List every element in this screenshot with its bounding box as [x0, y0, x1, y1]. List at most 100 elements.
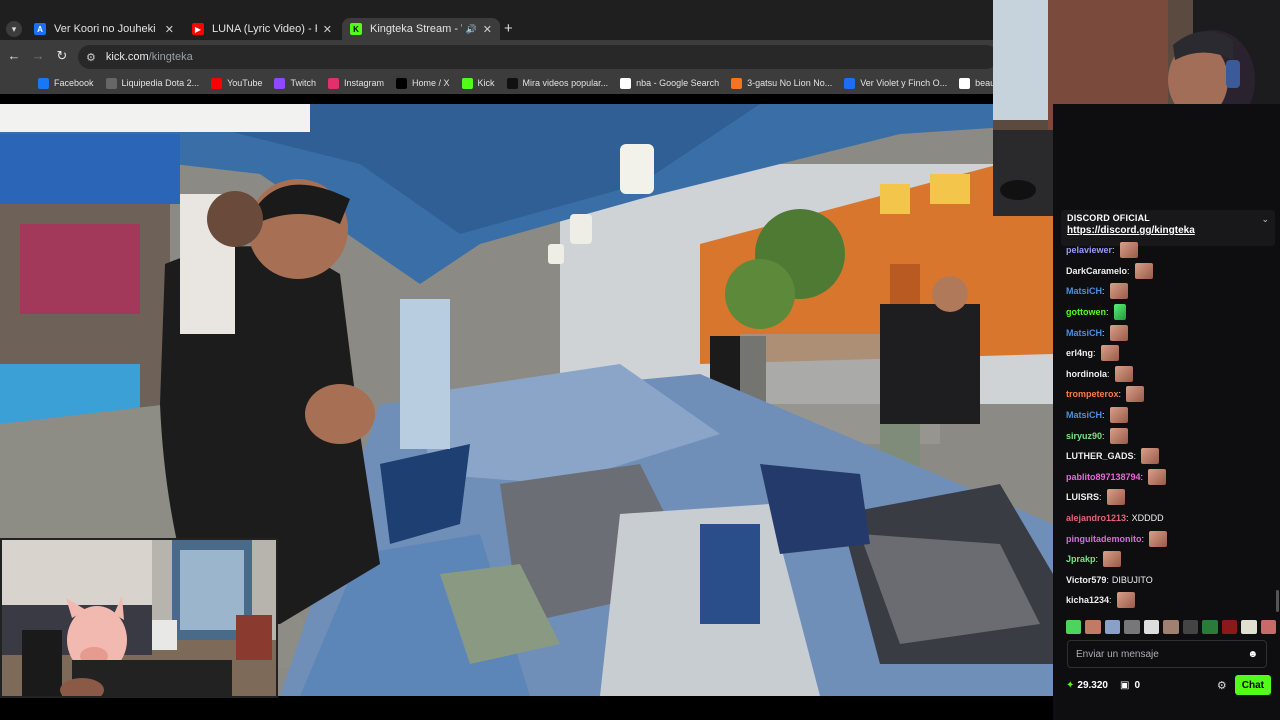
google-icon	[620, 77, 632, 89]
chat-message: hordinola:	[1066, 364, 1276, 385]
gear-icon[interactable]: ⚙	[1217, 679, 1227, 692]
chevron-down-icon[interactable]: ⌄	[1261, 214, 1269, 225]
chat-username[interactable]: Victor579	[1066, 575, 1106, 585]
points-value: 29.320	[1077, 679, 1108, 691]
chat-username[interactable]: alejandro1213	[1066, 513, 1126, 523]
bookmark-label: Mira videos popular...	[522, 78, 609, 88]
bookmark-item[interactable]: Ver Violet y Finch O...	[844, 77, 947, 89]
gifts[interactable]: ▣ 0	[1120, 680, 1140, 691]
chat-username[interactable]: erl4ng	[1066, 348, 1093, 358]
google-icon	[959, 77, 971, 89]
facebook-icon	[38, 77, 49, 89]
x-icon	[396, 77, 408, 89]
chat-username[interactable]: MatsiCH	[1066, 328, 1102, 338]
chat-message: pablito897138794:	[1066, 467, 1276, 488]
chat-message: pelaviewer:	[1066, 240, 1276, 261]
chat-message: LUISRS:	[1066, 487, 1276, 508]
new-tab-button[interactable]: +	[504, 20, 513, 37]
chat-username[interactable]: hordinola	[1066, 369, 1107, 379]
speaker-icon[interactable]: 🔊	[466, 24, 477, 35]
chat-username[interactable]: LUISRS	[1066, 492, 1099, 502]
chat-username[interactable]: gottowen	[1066, 307, 1106, 317]
chat-message: DarkCaramelo:	[1066, 261, 1276, 282]
pinned-title: DISCORD OFICIAL	[1067, 213, 1150, 223]
chat-message: pinguitademonito:	[1066, 528, 1276, 549]
bookmark-label: 3-gatsu No Lion No...	[747, 78, 833, 88]
chat-username[interactable]: kicha1234	[1066, 595, 1109, 605]
tab-search-button[interactable]: ▾	[6, 21, 22, 37]
emote-icon[interactable]	[1104, 620, 1121, 634]
chat-send-button[interactable]: Chat	[1234, 675, 1271, 695]
chat-separator: :	[1102, 327, 1105, 338]
chat-username[interactable]: LUTHER_GADS	[1066, 451, 1134, 461]
emote-icon[interactable]	[1143, 620, 1160, 634]
address-bar[interactable]: ⚙ kick.com/kingteka	[78, 45, 998, 69]
chat-messages: pelaviewer: DarkCaramelo: MatsiCH: gottowen…	[1066, 240, 1276, 611]
chat-message: kicha1234:	[1066, 590, 1276, 611]
back-icon[interactable]: ←	[6, 48, 22, 63]
chat-separator: :	[1102, 430, 1105, 441]
discord-link[interactable]: https://discord.gg/kingteka	[1067, 225, 1269, 236]
emote-icon	[1109, 427, 1128, 444]
bookmark-item[interactable]: Mira videos popular...	[506, 77, 609, 89]
chat-separator: :	[1102, 410, 1105, 421]
chat-username[interactable]: trompeterox	[1066, 389, 1119, 399]
close-icon[interactable]: ✕	[323, 23, 332, 36]
chat-username[interactable]: siryuz90	[1066, 431, 1102, 441]
emote-icon[interactable]	[1163, 620, 1179, 634]
close-icon[interactable]: ✕	[165, 23, 174, 36]
bookmark-item[interactable]: Instagram	[327, 77, 384, 89]
bookmark-item[interactable]: 3-gatsu No Lion No...	[731, 77, 833, 89]
emote-icon	[1113, 304, 1126, 321]
bookmark-item[interactable]: Liquipedia Dota 2...	[105, 77, 199, 89]
emote-bar	[1066, 618, 1276, 636]
chat-username[interactable]: Jprakp	[1066, 554, 1096, 564]
chat-username[interactable]: pelaviewer	[1066, 245, 1112, 255]
bookmark-item[interactable]: Facebook	[38, 77, 94, 89]
bookmark-item[interactable]: Twitch	[274, 77, 316, 89]
gifts-value: 0	[1134, 679, 1140, 691]
webcam-overlay-pig	[0, 538, 278, 698]
site-info-icon[interactable]: ⚙	[86, 51, 96, 64]
emote-icon	[1106, 489, 1125, 506]
instagram-icon	[327, 77, 339, 89]
chat-message: Jprakp:	[1066, 549, 1276, 570]
emoji-icon[interactable]: ☻	[1247, 649, 1258, 660]
chat-scrollbar[interactable]	[1276, 590, 1279, 612]
bookmark-item[interactable]: YouTube	[211, 77, 262, 89]
close-icon[interactable]: ✕	[483, 23, 492, 36]
bookmark-item[interactable]: Kick	[461, 77, 495, 89]
tab-koori[interactable]: A Ver Koori no Jouheki episodio 1 ✕	[26, 18, 182, 40]
reload-icon[interactable]: ↻	[54, 48, 70, 64]
chat-separator: :	[1127, 265, 1130, 276]
chat-input[interactable]: Enviar un mensaje ☻	[1067, 640, 1267, 668]
chat-username[interactable]: MatsiCH	[1066, 286, 1102, 296]
bookmark-label: Home / X	[412, 78, 450, 88]
chat-message: alejandro1213: XDDDD	[1066, 508, 1276, 529]
address-host: kick.com	[105, 51, 149, 63]
tab-kingteka[interactable]: K Kingteka Stream - Watch Live 🔊 ✕	[342, 18, 500, 40]
chat-separator: :	[1102, 286, 1105, 297]
emote-icon[interactable]	[1182, 620, 1199, 634]
tab-luna[interactable]: ▶ LUNA (Lyric Video) - Peso Pluma ✕	[184, 18, 340, 40]
emote-icon[interactable]	[1085, 620, 1101, 634]
chat-separator: :	[1140, 471, 1144, 482]
emote-icon[interactable]	[1124, 620, 1140, 634]
emote-icon[interactable]	[1066, 620, 1082, 634]
twitch-icon	[274, 77, 286, 89]
bookmark-item[interactable]: Home / X	[396, 77, 450, 89]
emote-icon[interactable]	[1241, 620, 1257, 634]
forward-icon[interactable]: →	[30, 48, 46, 63]
chat-username[interactable]: MatsiCH	[1066, 410, 1102, 420]
emote-icon	[1116, 592, 1135, 609]
chat-username[interactable]: DarkCaramelo	[1066, 266, 1127, 276]
emote-icon[interactable]	[1260, 620, 1276, 634]
kick-icon: K	[350, 23, 362, 35]
bookmark-item[interactable]: nba - Google Search	[620, 77, 719, 89]
emote-icon	[1109, 407, 1128, 424]
emote-icon[interactable]	[1221, 620, 1238, 634]
chat-username[interactable]: pinguitademonito	[1066, 534, 1142, 544]
chat-username[interactable]: pablito897138794	[1066, 472, 1141, 482]
channel-points[interactable]: ✦ 29.320	[1066, 680, 1108, 691]
emote-icon[interactable]	[1202, 620, 1218, 634]
